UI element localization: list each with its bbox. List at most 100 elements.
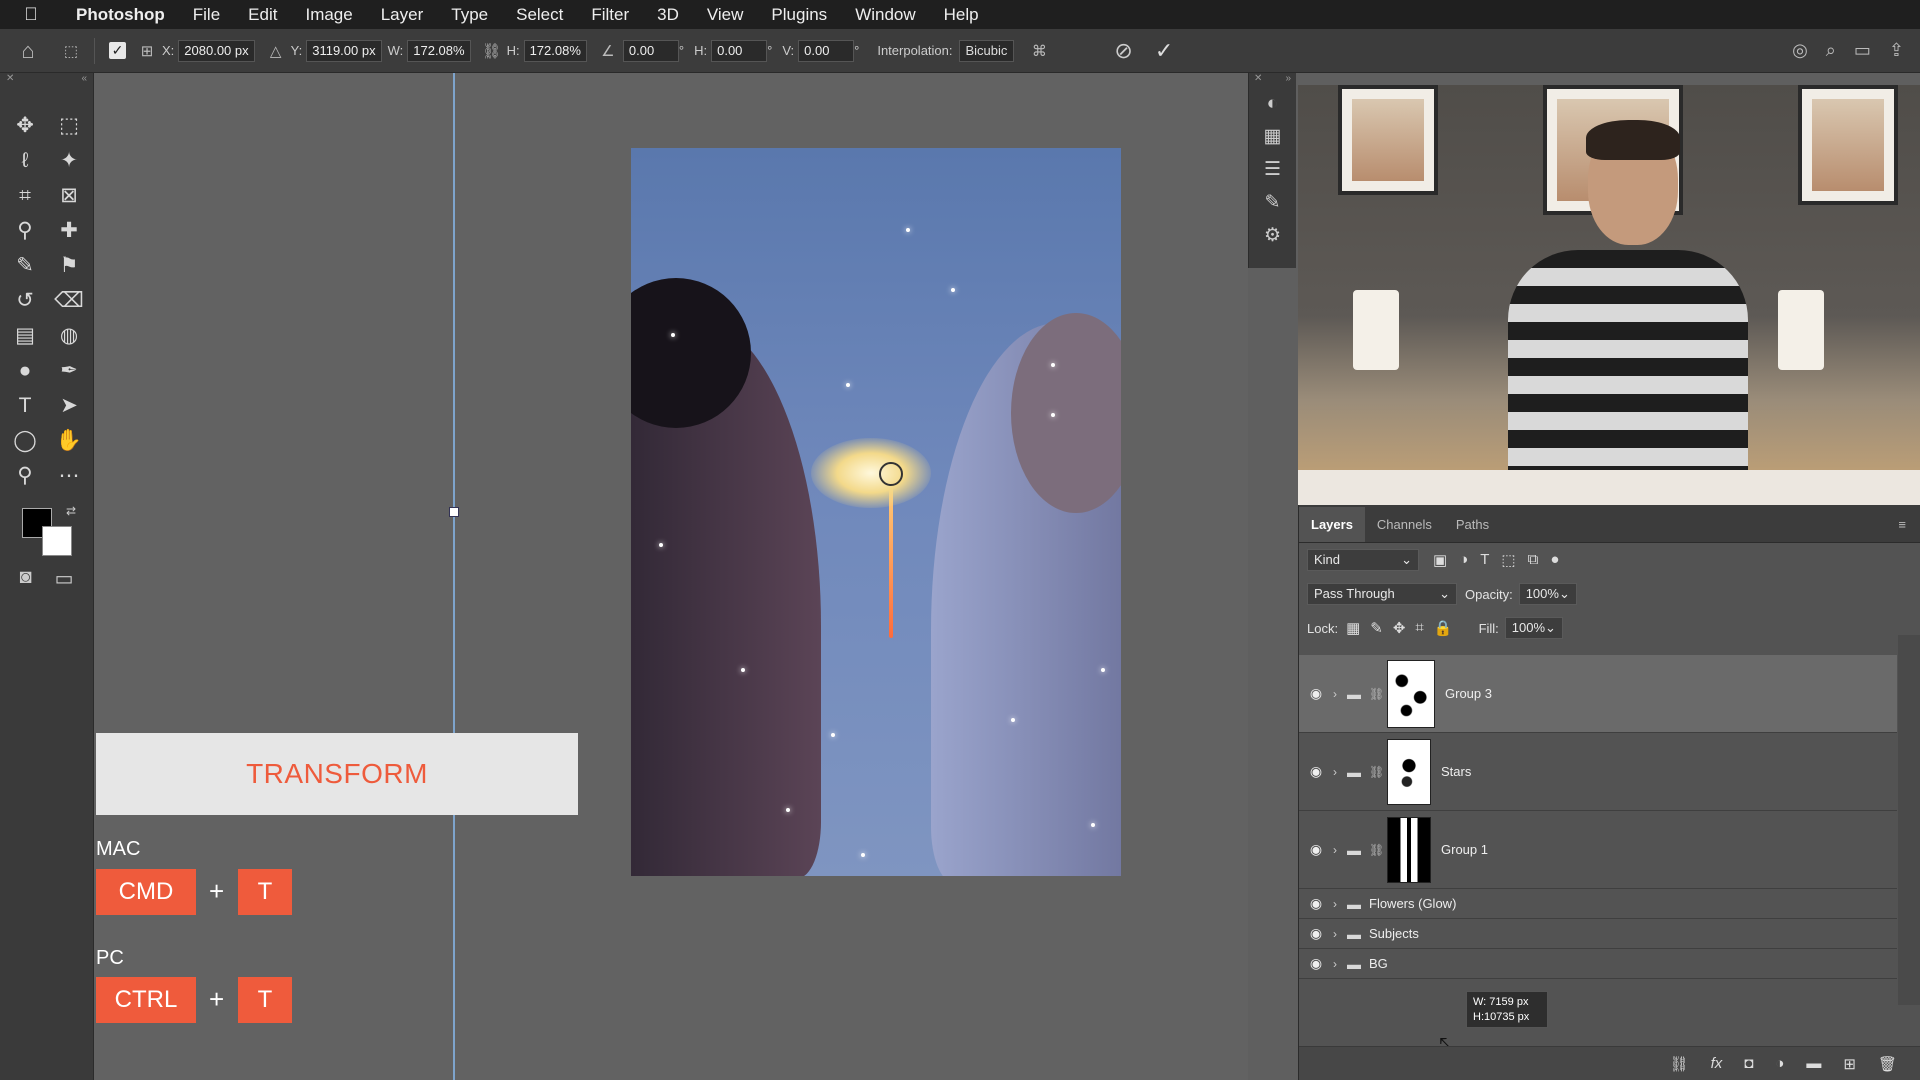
search-icon[interactable]: ⌕ [1826, 40, 1836, 61]
layer-name[interactable]: Stars [1441, 764, 1471, 779]
marquee-tool-icon[interactable]: ⬚ [47, 111, 91, 140]
mask-link-icon[interactable]: ⛓ [1369, 843, 1384, 857]
link-icon[interactable]: ⛓ [481, 42, 503, 60]
adjustments-panel-icon[interactable]: ☰ [1249, 153, 1296, 186]
menu-window[interactable]: Window [841, 5, 929, 25]
layer-name[interactable]: Flowers (Glow) [1369, 896, 1456, 911]
document-canvas[interactable]: TRANSFORM MAC CMD + T PC CTRL + T [94, 73, 1248, 1080]
layer-name[interactable]: Group 1 [1441, 842, 1488, 857]
filter-toggle-icon[interactable]: ● [1550, 551, 1559, 569]
layer-mask-thumbnail[interactable] [1387, 738, 1431, 805]
document-artwork[interactable] [631, 148, 1121, 876]
menu-plugins[interactable]: Plugins [757, 5, 841, 25]
warp-icon[interactable]: ⌘ [1028, 42, 1050, 60]
eye-icon[interactable]: ◉ [1299, 955, 1333, 972]
new-group-icon[interactable]: ▬ [1806, 1055, 1821, 1072]
filter-kind-select[interactable]: Kind ⌄ [1307, 549, 1419, 571]
move-tool-icon[interactable]: ✥ [3, 111, 47, 140]
cancel-transform-icon[interactable]: ⊘ [1114, 38, 1132, 64]
type-filter-icon[interactable]: T [1480, 551, 1489, 569]
quick-mask-icon[interactable]: ◙ [20, 566, 32, 591]
layer-effects-icon[interactable]: fx [1711, 1055, 1723, 1072]
pen-tool-icon[interactable]: ✒ [47, 356, 91, 385]
layers-scrollbar[interactable] [1898, 635, 1920, 1005]
blur-tool-icon[interactable]: ◍ [47, 321, 91, 350]
layer-row-bg[interactable]: ◉ › ▬ BG [1299, 949, 1897, 979]
lock-image-icon[interactable]: ✎ [1370, 619, 1383, 637]
interpolation-select[interactable]: Bicubic [958, 39, 1015, 62]
layer-mask-thumbnail[interactable] [1387, 659, 1435, 728]
transform-mode-icon[interactable]: ⬚ [60, 42, 82, 60]
chevron-right-icon[interactable]: › [1333, 957, 1347, 971]
layer-name[interactable]: Subjects [1369, 926, 1419, 941]
screen-mode-icon[interactable]: ▭ [55, 566, 74, 591]
chevron-right-icon[interactable]: › [1333, 927, 1347, 941]
menu-file[interactable]: File [179, 5, 234, 25]
swap-colors-icon[interactable]: ⇄ [66, 504, 76, 518]
eye-icon[interactable]: ◉ [1299, 925, 1333, 942]
smart-object-filter-icon[interactable]: ⧉ [1528, 551, 1539, 569]
menu-app-photoshop[interactable]: Photoshop [62, 5, 179, 25]
hand-tool-icon[interactable]: ✋ [47, 426, 91, 455]
workspace-icon[interactable]: ▭ [1854, 40, 1871, 61]
width-input[interactable]: 172.08% [407, 39, 471, 62]
zoom-tool-icon[interactable]: ⚲ [3, 461, 47, 490]
magic-wand-icon[interactable]: ✦ [47, 146, 91, 175]
chevron-right-icon[interactable]: › [1333, 687, 1347, 701]
background-color-swatch[interactable] [42, 526, 72, 556]
eye-icon[interactable]: ◉ [1299, 895, 1333, 912]
delete-layer-icon[interactable]: 🗑 [1878, 1055, 1897, 1073]
chevron-right-icon[interactable]: › [1333, 765, 1347, 779]
fill-input[interactable]: 100% ⌄ [1504, 617, 1563, 639]
menu-type[interactable]: Type [437, 5, 502, 25]
crop-tool-icon[interactable]: ⌗ [3, 181, 47, 210]
home-icon[interactable]: ⌂ [0, 38, 56, 64]
frame-tool-icon[interactable]: ⊠ [47, 181, 91, 210]
path-selection-icon[interactable]: ➤ [47, 391, 91, 420]
relative-position-icon[interactable]: △ [265, 42, 287, 60]
mask-link-icon[interactable]: ⛓ [1369, 765, 1384, 779]
chevron-right-icon[interactable]: › [1333, 897, 1347, 911]
color-panel-icon[interactable]: ◐ [1249, 87, 1296, 120]
commit-transform-icon[interactable]: ✓ [1155, 38, 1173, 64]
layer-mask-thumbnail[interactable] [1387, 816, 1431, 883]
menu-layer[interactable]: Layer [367, 5, 438, 25]
reference-point-grid-icon[interactable]: ⊞ [136, 42, 158, 60]
lock-position-icon[interactable]: ✥ [1393, 619, 1406, 637]
hskew-input[interactable]: 0.00 [711, 39, 768, 62]
menu-3d[interactable]: 3D [643, 5, 693, 25]
menu-filter[interactable]: Filter [577, 5, 643, 25]
pixel-filter-icon[interactable]: ▣ [1433, 551, 1447, 569]
shape-filter-icon[interactable]: ⬚ [1501, 551, 1515, 569]
collapse-icon[interactable]: « [81, 73, 87, 87]
x-input[interactable]: 2080.00 px [178, 39, 255, 62]
link-layers-icon[interactable]: ⛓ [1670, 1055, 1689, 1073]
expand-icon[interactable]: » [1285, 73, 1291, 87]
gradient-tool-icon[interactable]: ▤ [3, 321, 47, 350]
apple-menu-icon[interactable]:  [0, 4, 62, 25]
layer-row-stars[interactable]: ◉ › ▬ ⛓ Stars [1299, 733, 1897, 811]
brush-tool-icon[interactable]: ✎ [3, 251, 47, 280]
tab-paths[interactable]: Paths [1444, 517, 1501, 542]
chevron-right-icon[interactable]: › [1333, 843, 1347, 857]
learn-icon[interactable]: ◎ [1792, 40, 1808, 61]
type-tool-icon[interactable]: T [3, 391, 47, 420]
brushes-panel-icon[interactable]: ✎ [1249, 186, 1296, 219]
lock-all-icon[interactable]: 🔒 [1434, 619, 1453, 637]
menu-help[interactable]: Help [930, 5, 993, 25]
eye-icon[interactable]: ◉ [1299, 685, 1333, 702]
adjustment-filter-icon[interactable]: ◑ [1459, 551, 1468, 569]
tab-channels[interactable]: Channels [1365, 517, 1444, 542]
history-brush-icon[interactable]: ↺ [3, 286, 47, 315]
angle-input[interactable]: 0.00 [622, 39, 679, 62]
eye-icon[interactable]: ◉ [1299, 841, 1333, 858]
layer-name[interactable]: BG [1369, 956, 1388, 971]
tab-layers[interactable]: Layers [1299, 507, 1365, 542]
ellipse-tool-icon[interactable]: ◯ [3, 426, 47, 455]
panel-menu-icon[interactable]: ≡ [1898, 517, 1920, 542]
vskew-input[interactable]: 0.00 [798, 39, 855, 62]
swatches-panel-icon[interactable]: ▦ [1249, 120, 1296, 153]
menu-edit[interactable]: Edit [234, 5, 291, 25]
mask-link-icon[interactable]: ⛓ [1369, 687, 1384, 701]
layer-row-subjects[interactable]: ◉ › ▬ Subjects [1299, 919, 1897, 949]
